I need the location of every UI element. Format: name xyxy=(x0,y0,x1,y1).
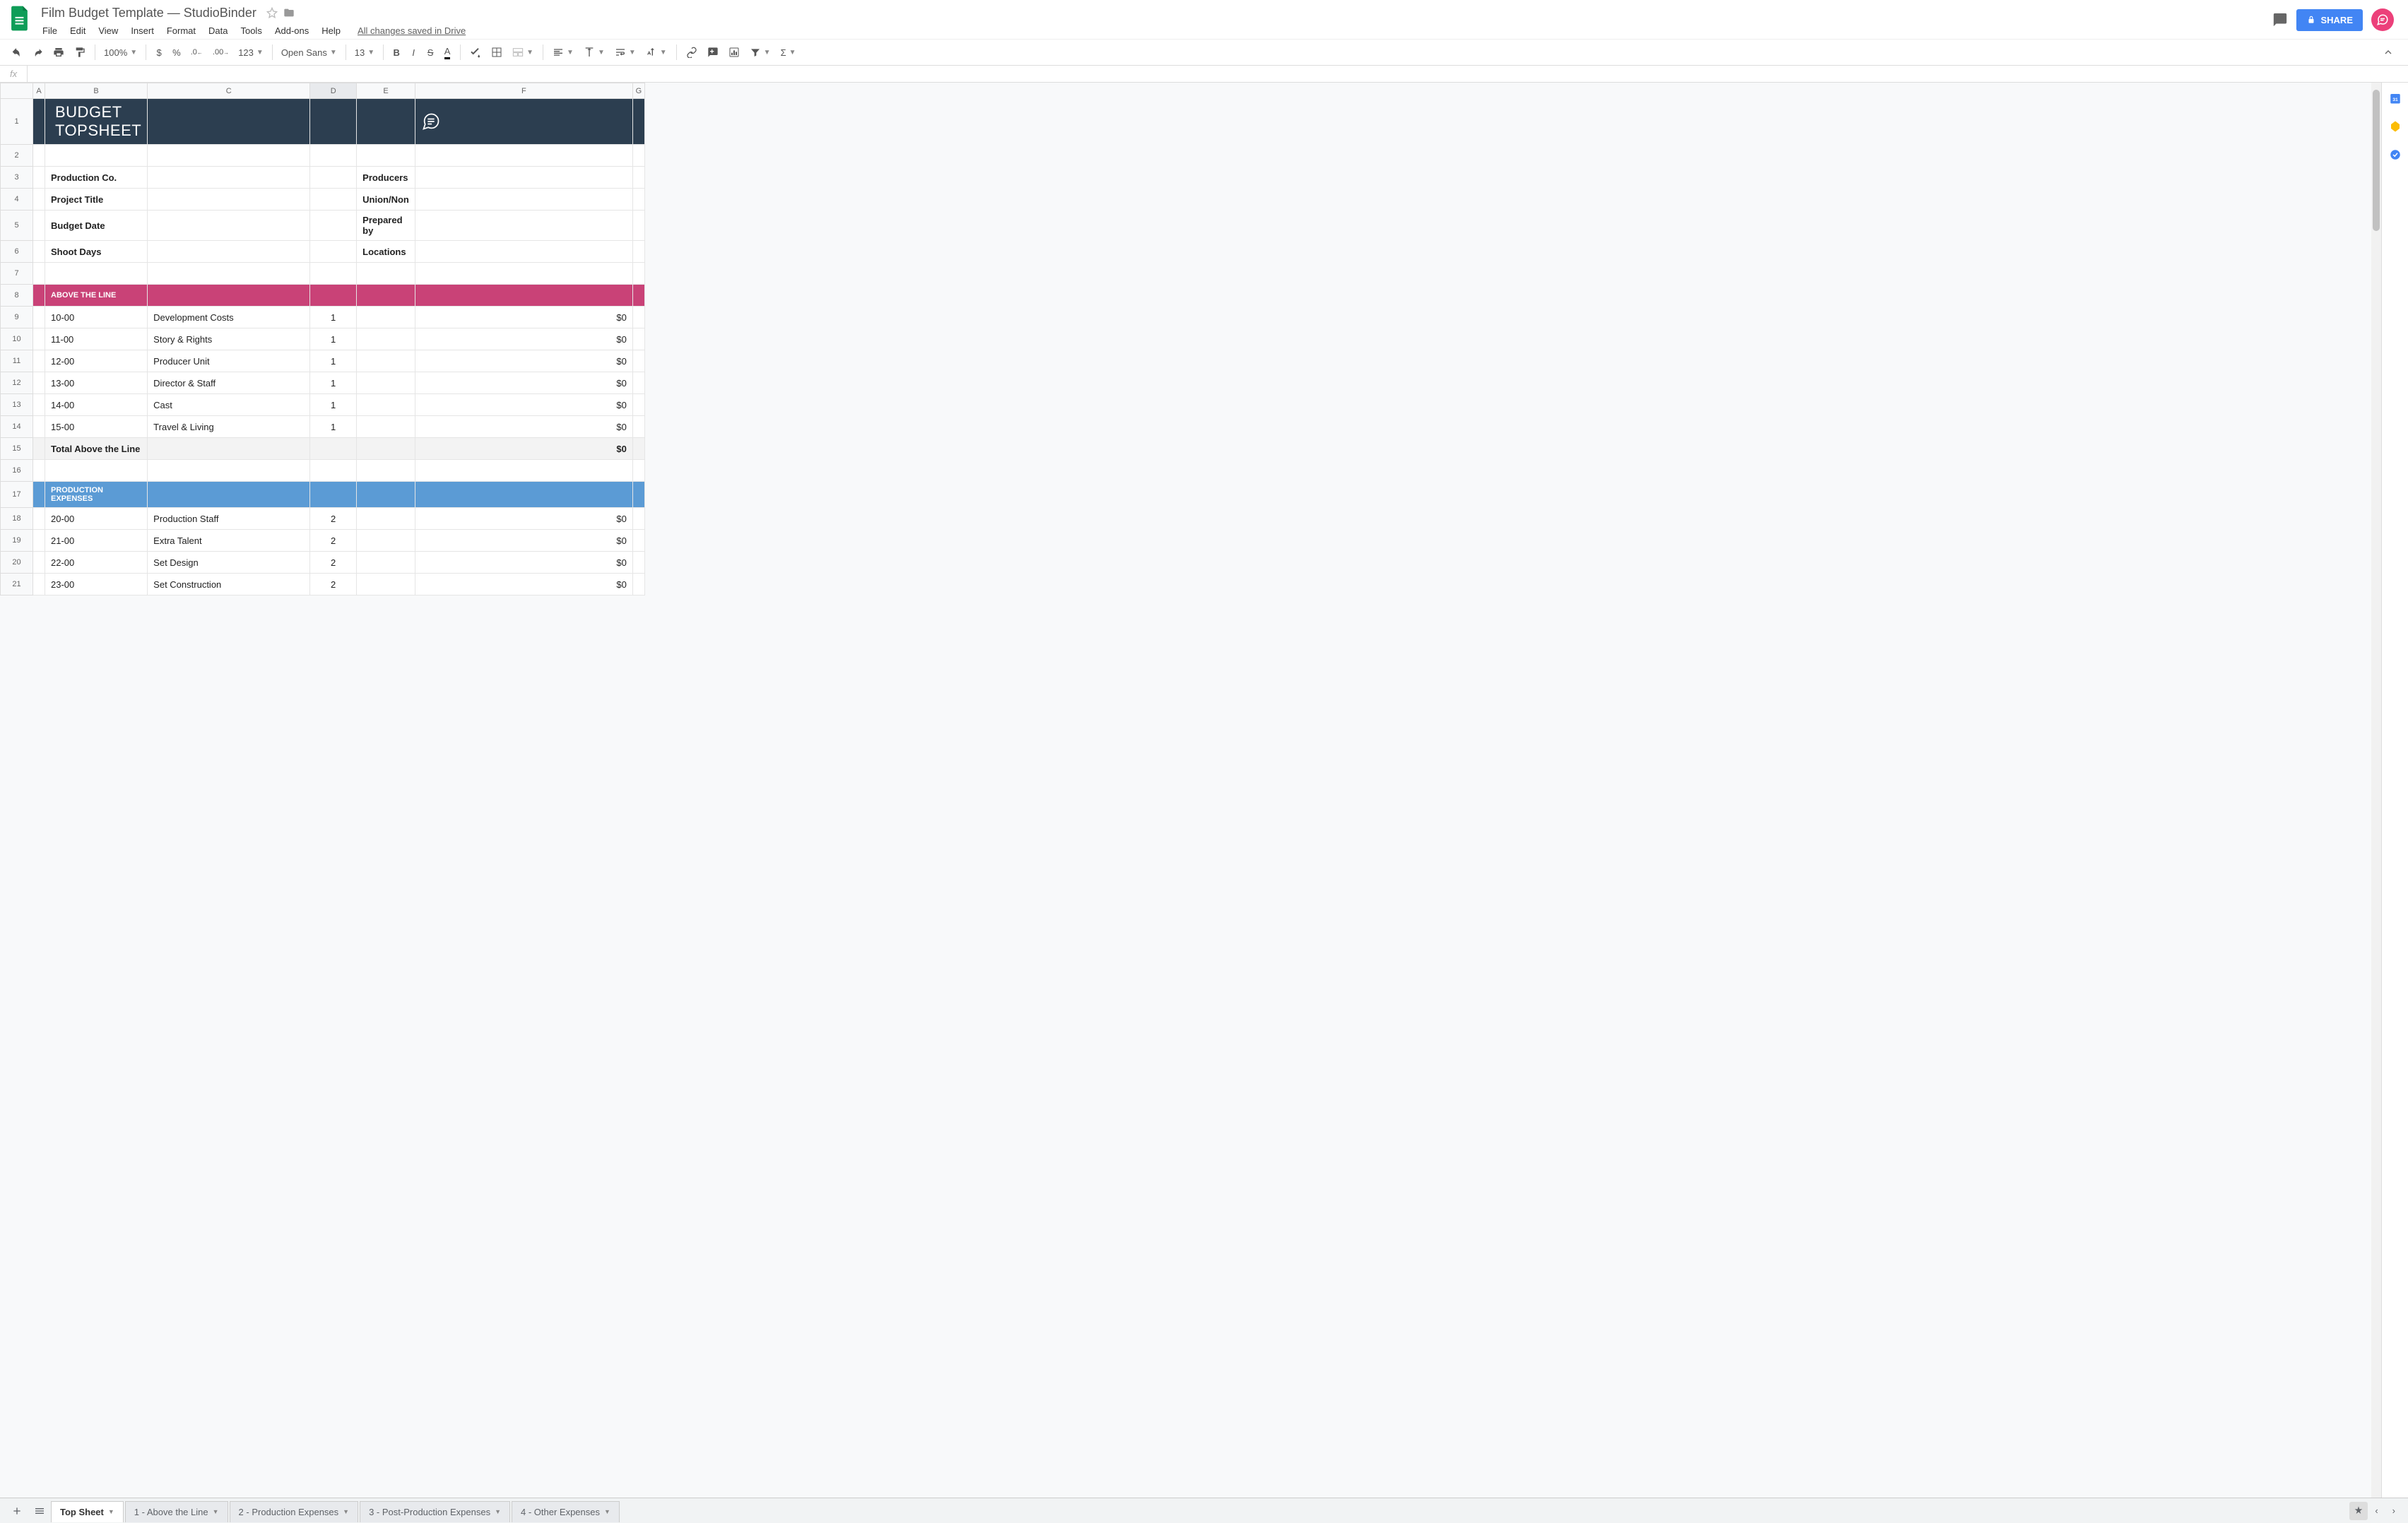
row-header[interactable]: 2 xyxy=(1,145,33,167)
sheet-nav-left[interactable]: ‹ xyxy=(2368,1505,2385,1516)
col-header-a[interactable]: A xyxy=(33,83,45,99)
menu-data[interactable]: Data xyxy=(203,23,233,39)
select-all-cell[interactable] xyxy=(1,83,33,99)
explore-button[interactable] xyxy=(2349,1502,2368,1520)
sheet-tab[interactable]: 2 - Production Expenses▼ xyxy=(230,1501,359,1522)
text-color-button[interactable]: A xyxy=(439,42,456,62)
save-status[interactable]: All changes saved in Drive xyxy=(358,25,466,36)
menu-format[interactable]: Format xyxy=(161,23,201,39)
calendar-icon[interactable]: 31 xyxy=(2388,91,2402,105)
scrollbar-thumb[interactable] xyxy=(2373,90,2380,231)
fx-label: fx xyxy=(0,66,28,82)
italic-button[interactable]: I xyxy=(405,42,422,62)
increase-decimal-button[interactable]: .00→ xyxy=(208,42,234,62)
svg-text:31: 31 xyxy=(2392,97,2398,102)
decrease-decimal-button[interactable]: .0← xyxy=(186,42,208,62)
tasks-icon[interactable] xyxy=(2388,148,2402,162)
formula-bar: fx xyxy=(0,66,2408,83)
vertical-align-button[interactable]: ▼ xyxy=(579,42,610,62)
row-header[interactable]: 1 xyxy=(1,99,33,145)
chart-button[interactable] xyxy=(724,42,745,62)
share-label: SHARE xyxy=(2320,15,2353,25)
sheets-menu-button[interactable] xyxy=(28,1501,51,1521)
bold-button[interactable]: B xyxy=(388,42,405,62)
link-button[interactable] xyxy=(681,42,702,62)
header-right: SHARE xyxy=(2272,4,2402,31)
cell[interactable] xyxy=(310,99,357,145)
col-header-d[interactable]: D xyxy=(310,83,357,99)
sheet-tab-active[interactable]: Top Sheet▼ xyxy=(51,1501,124,1522)
col-header-f[interactable]: F xyxy=(415,83,632,99)
document-title[interactable]: Film Budget Template — StudioBinder xyxy=(37,4,261,22)
star-icon[interactable] xyxy=(266,7,278,18)
menu-tools[interactable]: Tools xyxy=(235,23,267,39)
text-rotation-button[interactable]: ▼ xyxy=(641,42,672,62)
vertical-scrollbar[interactable] xyxy=(2371,83,2381,1498)
font-size-select[interactable]: 13▼ xyxy=(350,42,379,62)
percent-button[interactable]: % xyxy=(167,42,186,62)
number-format-select[interactable]: 123▼ xyxy=(234,42,268,62)
sheet-tab[interactable]: 1 - Above the Line▼ xyxy=(125,1501,228,1522)
keep-icon[interactable] xyxy=(2388,119,2402,134)
merge-cells-button[interactable]: ▼ xyxy=(507,42,538,62)
spreadsheet-grid[interactable]: A B C D E F G 1 BUDGET TOPSHEET xyxy=(0,83,2381,1498)
currency-button[interactable]: $ xyxy=(150,42,167,62)
sheets-logo[interactable] xyxy=(6,4,34,32)
strikethrough-button[interactable]: S xyxy=(422,42,439,62)
menu-bar: File Edit View Insert Format Data Tools … xyxy=(37,23,2272,39)
sheet-tab[interactable]: 3 - Post-Production Expenses▼ xyxy=(360,1501,510,1522)
chat-bubble-icon[interactable] xyxy=(2371,8,2394,31)
paint-format-button[interactable] xyxy=(69,42,90,62)
font-select[interactable]: Open Sans▼ xyxy=(277,42,341,62)
cell[interactable] xyxy=(357,99,415,145)
formula-input[interactable] xyxy=(28,66,2408,82)
title-area: Film Budget Template — StudioBinder File… xyxy=(37,4,2272,39)
sheet-tab[interactable]: 4 - Other Expenses▼ xyxy=(512,1501,620,1522)
menu-edit[interactable]: Edit xyxy=(64,23,91,39)
cell[interactable] xyxy=(632,99,644,145)
menu-addons[interactable]: Add-ons xyxy=(269,23,314,39)
menu-help[interactable]: Help xyxy=(316,23,346,39)
functions-button[interactable]: Σ▼ xyxy=(776,42,801,62)
menu-file[interactable]: File xyxy=(37,23,63,39)
filter-button[interactable]: ▼ xyxy=(745,42,776,62)
col-header-e[interactable]: E xyxy=(357,83,415,99)
zoom-select[interactable]: 100%▼ xyxy=(100,42,141,62)
horizontal-align-button[interactable]: ▼ xyxy=(548,42,579,62)
budget-title[interactable]: BUDGET TOPSHEET xyxy=(45,99,148,145)
add-sheet-button[interactable] xyxy=(6,1501,28,1521)
col-header-g[interactable]: G xyxy=(632,83,644,99)
sheet-nav-right[interactable]: › xyxy=(2385,1505,2402,1516)
speech-icon[interactable] xyxy=(415,99,632,145)
comment-button[interactable] xyxy=(702,42,724,62)
comments-icon[interactable] xyxy=(2272,12,2288,28)
share-button[interactable]: SHARE xyxy=(2296,9,2363,31)
menu-insert[interactable]: Insert xyxy=(125,23,160,39)
side-panel: 31 xyxy=(2381,83,2408,1498)
menu-view[interactable]: View xyxy=(93,23,124,39)
print-button[interactable] xyxy=(48,42,69,62)
col-header-b[interactable]: B xyxy=(45,83,148,99)
text-wrap-button[interactable]: ▼ xyxy=(610,42,641,62)
redo-button[interactable] xyxy=(27,42,48,62)
collapse-toolbar-icon[interactable] xyxy=(2374,42,2402,62)
col-header-c[interactable]: C xyxy=(148,83,310,99)
folder-icon[interactable] xyxy=(283,7,295,18)
undo-button[interactable] xyxy=(6,42,27,62)
sheet-tabs-bar: Top Sheet▼ 1 - Above the Line▼ 2 - Produ… xyxy=(0,1498,2408,1523)
fill-color-button[interactable] xyxy=(465,42,486,62)
borders-button[interactable] xyxy=(486,42,507,62)
cell[interactable] xyxy=(33,99,45,145)
docs-header: Film Budget Template — StudioBinder File… xyxy=(0,0,2408,39)
toolbar: 100%▼ $ % .0← .00→ 123▼ Open Sans▼ 13▼ B… xyxy=(0,39,2408,66)
cell[interactable] xyxy=(148,99,310,145)
